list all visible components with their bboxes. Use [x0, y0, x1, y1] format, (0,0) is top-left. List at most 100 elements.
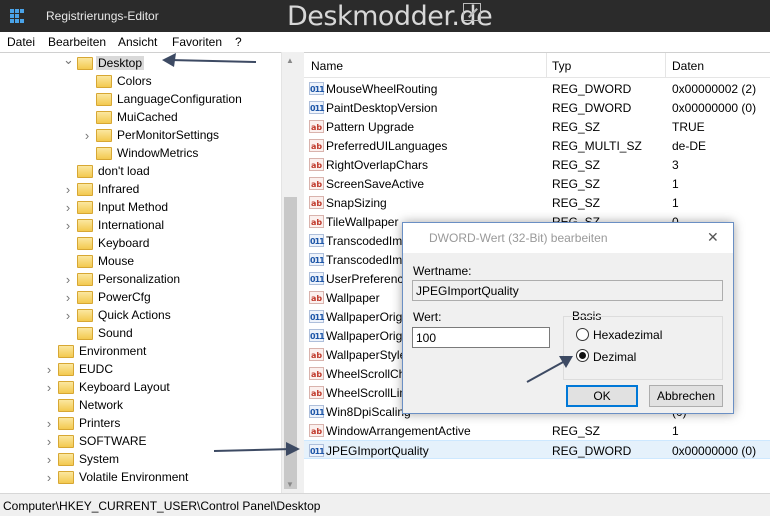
folder-icon — [77, 236, 93, 250]
table-row[interactable]: ab RightOverlapChars REG_SZ 3 — [304, 155, 770, 174]
value-label: Wert: — [413, 310, 442, 324]
value-data-field[interactable] — [412, 327, 550, 348]
tree-item[interactable]: MuiCached — [82, 108, 180, 126]
pen-icon — [463, 3, 481, 21]
value-name: Win8DpiScaling — [326, 405, 411, 419]
tree-item[interactable]: don't load — [63, 162, 152, 180]
value-name: WindowArrangementActive — [326, 424, 471, 438]
table-row[interactable]: 011 JPEGImportQuality REG_DWORD 0x00000000 … — [304, 440, 770, 459]
tree-item[interactable]: › Printers — [44, 414, 122, 432]
tree-item[interactable]: › PerMonitorSettings — [82, 126, 221, 144]
menu-favoriten[interactable]: Favoriten — [172, 35, 222, 49]
tree-item-label: Desktop — [96, 56, 145, 70]
folder-icon — [77, 56, 93, 70]
chevron-right-icon[interactable]: › — [44, 380, 54, 395]
string-value-icon: ab — [309, 158, 324, 171]
chevron-right-icon[interactable]: › — [44, 452, 54, 467]
tree-item[interactable]: Colors — [82, 72, 154, 90]
tree-item[interactable]: WindowMetrics — [82, 144, 200, 162]
chevron-right-icon[interactable]: › — [44, 470, 54, 485]
folder-icon — [77, 326, 93, 340]
tree-item[interactable]: Network — [44, 396, 125, 414]
chevron-down-icon[interactable]: ⌄ — [63, 53, 74, 68]
tree-item[interactable]: › SOFTWARE — [44, 432, 149, 450]
tree-item[interactable]: LanguageConfiguration — [82, 90, 244, 108]
scrollbar-thumb[interactable] — [284, 197, 297, 489]
chevron-right-icon[interactable]: › — [44, 416, 54, 431]
menu-bearbeiten[interactable]: Bearbeiten — [48, 35, 106, 49]
chevron-right-icon[interactable]: › — [63, 182, 73, 197]
folder-icon — [77, 164, 93, 178]
table-row[interactable]: 011 MouseWheelRouting REG_DWORD 0x00000002 … — [304, 79, 770, 98]
cancel-button[interactable]: Abbrechen — [649, 385, 723, 407]
chevron-right-icon[interactable]: › — [63, 290, 73, 305]
table-row[interactable]: ab ScreenSaveActive REG_SZ 1 — [304, 174, 770, 193]
close-icon[interactable]: ✕ — [707, 229, 719, 246]
column-separator[interactable] — [665, 53, 666, 78]
table-row[interactable]: ab Pattern Upgrade REG_SZ TRUE — [304, 117, 770, 136]
value-data: 1 — [672, 196, 679, 210]
tree-item[interactable]: › PowerCfg — [63, 288, 153, 306]
dec-radio[interactable] — [576, 349, 589, 362]
tree-item[interactable]: › International — [63, 216, 166, 234]
dialog-title-bar[interactable]: DWORD-Wert (32-Bit) bearbeiten ✕ — [403, 223, 733, 253]
menu-datei[interactable]: Datei — [7, 35, 35, 49]
tree-item[interactable]: Sound — [63, 324, 135, 342]
tree-item[interactable]: › Personalization — [63, 270, 182, 288]
folder-icon — [77, 182, 93, 196]
tree-item-label: Environment — [79, 344, 147, 358]
tree-item[interactable]: › System — [44, 450, 121, 468]
column-type[interactable]: Typ — [552, 59, 571, 73]
tree-scrollbar[interactable]: ▲ ▼ — [281, 52, 298, 493]
tree-item[interactable]: › Input Method — [63, 198, 170, 216]
table-row[interactable]: 011 PaintDesktopVersion REG_DWORD 0x0000000… — [304, 98, 770, 117]
registry-tree[interactable]: ⌄ Desktop Colors LanguageConfiguration MuiCa… — [0, 52, 298, 493]
tree-item-label: Mouse — [98, 254, 135, 268]
column-name[interactable]: Name — [311, 59, 343, 73]
chevron-right-icon[interactable]: › — [44, 362, 54, 377]
value-type: REG_SZ — [552, 120, 601, 134]
chevron-right-icon[interactable]: › — [44, 434, 54, 449]
chevron-right-icon[interactable]: › — [63, 200, 73, 215]
chevron-right-icon[interactable]: › — [63, 272, 73, 287]
tree-item[interactable]: › EUDC — [44, 360, 115, 378]
value-data: 0x00000002 (2) — [672, 82, 757, 96]
watermark-text: Deskmodder.de — [287, 1, 493, 32]
chevron-right-icon[interactable]: › — [63, 218, 73, 233]
tree-item[interactable]: › Keyboard Layout — [44, 378, 172, 396]
string-value-icon: ab — [309, 139, 324, 152]
folder-icon — [96, 128, 112, 142]
scroll-up-icon[interactable]: ▲ — [286, 56, 294, 65]
chevron-right-icon[interactable]: › — [63, 308, 73, 323]
tree-item[interactable]: Mouse — [63, 252, 136, 270]
table-row[interactable]: ab WindowArrangementActive REG_SZ 1 — [304, 421, 770, 440]
dec-radio-label[interactable]: Dezimal — [593, 350, 636, 364]
tree-item[interactable]: › Infrared — [63, 180, 141, 198]
tree-item-label: SOFTWARE — [79, 434, 147, 448]
chevron-right-icon[interactable]: › — [82, 128, 92, 143]
menu-help[interactable]: ? — [235, 35, 242, 49]
tree-item[interactable]: › Quick Actions — [63, 306, 173, 324]
menu-ansicht[interactable]: Ansicht — [118, 35, 157, 49]
tree-item[interactable]: Environment — [44, 342, 148, 360]
hex-radio[interactable] — [576, 328, 589, 341]
tree-item-label: PowerCfg — [98, 290, 151, 304]
tree-item[interactable]: ⌄ Desktop — [63, 53, 145, 72]
value-name: MouseWheelRouting — [326, 82, 438, 96]
value-name-field[interactable] — [412, 280, 723, 301]
tree-item[interactable]: › Volatile Environment — [44, 468, 190, 486]
string-value-icon: ab — [309, 196, 324, 209]
value-type: REG_DWORD — [552, 82, 632, 96]
table-row[interactable]: ab PreferredUILanguages REG_MULTI_SZ de-DE — [304, 136, 770, 155]
ok-button[interactable]: OK — [566, 385, 638, 407]
scroll-down-icon[interactable]: ▼ — [286, 480, 294, 489]
value-name: JPEGImportQuality — [326, 444, 429, 458]
column-data[interactable]: Daten — [672, 59, 704, 73]
column-separator[interactable] — [546, 53, 547, 78]
table-row[interactable]: ab SnapSizing REG_SZ 1 — [304, 193, 770, 212]
tree-item-label: International — [98, 218, 165, 232]
hex-radio-label[interactable]: Hexadezimal — [593, 328, 662, 342]
tree-item-label: Personalization — [98, 272, 181, 286]
menu-bar: Datei Bearbeiten Ansicht Favoriten ? — [0, 32, 770, 52]
tree-item[interactable]: Keyboard — [63, 234, 151, 252]
